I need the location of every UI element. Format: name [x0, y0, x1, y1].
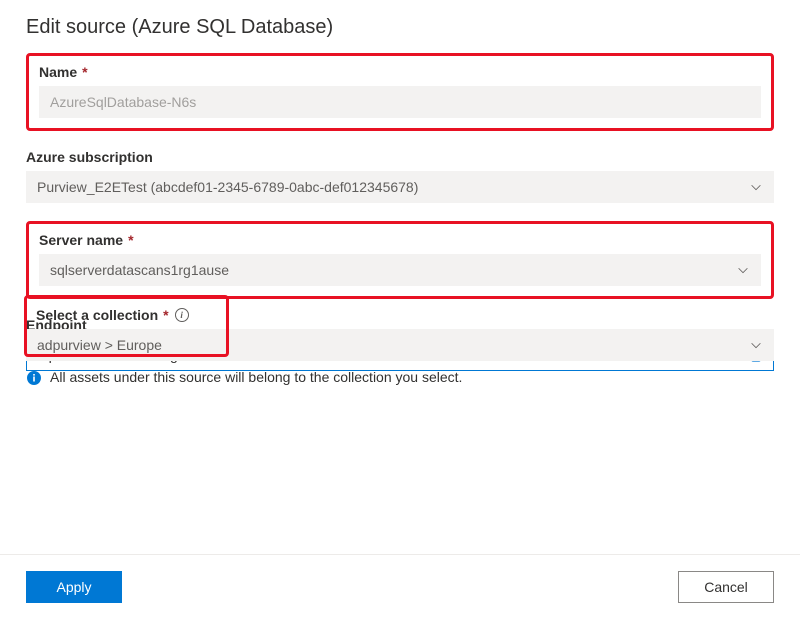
- chevron-down-icon: [749, 338, 763, 352]
- subscription-field: Azure subscription Purview_E2ETest (abcd…: [26, 149, 774, 203]
- subscription-value: Purview_E2ETest (abcdef01-2345-6789-0abc…: [37, 179, 749, 195]
- subscription-select[interactable]: Purview_E2ETest (abcdef01-2345-6789-0abc…: [26, 171, 774, 203]
- name-input[interactable]: AzureSqlDatabase-N6s: [39, 86, 761, 118]
- info-icon[interactable]: i: [175, 308, 189, 322]
- server-label-text: Server name: [39, 232, 123, 248]
- cancel-button[interactable]: Cancel: [678, 571, 774, 603]
- subscription-label: Azure subscription: [26, 149, 774, 165]
- apply-button[interactable]: Apply: [26, 571, 122, 603]
- name-label-text: Name: [39, 64, 77, 80]
- collection-info-text-v2: All assets under this source will belong…: [50, 369, 462, 385]
- collection-label-text-v2: Select a collection: [36, 307, 158, 323]
- collection-label-v2: Select a collection * i: [26, 299, 199, 323]
- required-asterisk: *: [128, 232, 133, 248]
- server-value: sqlserverdatascans1rg1ause: [50, 262, 736, 278]
- required-asterisk: *: [82, 64, 87, 80]
- info-blue-icon: [26, 370, 42, 386]
- subscription-label-text: Azure subscription: [26, 149, 153, 165]
- collection-dropdown-value: adpurview > Europe: [37, 337, 749, 353]
- name-value: AzureSqlDatabase-N6s: [50, 94, 750, 110]
- name-label: Name *: [39, 64, 761, 80]
- server-field-highlight: Server name * sqlserverdatascans1rg1ause: [26, 221, 774, 299]
- collection-info-row-v2: All assets under this source will belong…: [26, 369, 774, 386]
- required-asterisk: *: [163, 307, 168, 323]
- collection-field-v2: Select a collection * i adpurview > Europ…: [26, 299, 774, 386]
- server-select[interactable]: sqlserverdatascans1rg1ause: [39, 254, 761, 286]
- button-bar: Apply Cancel: [0, 554, 800, 603]
- name-field-highlight: Name * AzureSqlDatabase-N6s: [26, 53, 774, 131]
- chevron-down-icon: [749, 180, 763, 194]
- page-title: Edit source (Azure SQL Database): [26, 16, 774, 39]
- collection-dropdown[interactable]: adpurview > Europe: [26, 329, 774, 361]
- server-label: Server name *: [39, 232, 761, 248]
- chevron-down-icon: [736, 263, 750, 277]
